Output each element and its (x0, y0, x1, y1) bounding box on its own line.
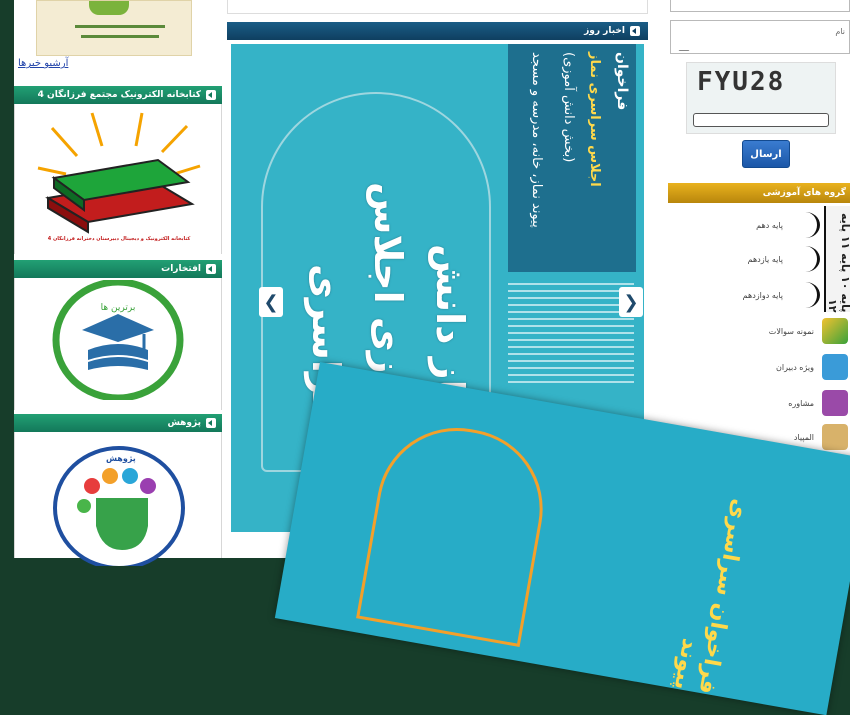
achievements-title: افتخارات (161, 264, 201, 274)
groups-title: گروه های آموزشی (762, 188, 846, 198)
arrow-icon (206, 90, 216, 100)
send-button[interactable]: ارسال (742, 140, 790, 168)
research-logo-text: پژوهش (106, 454, 136, 463)
library-title: کتابخانه الکترونیک مجتمع فرزانگان 4 (37, 90, 201, 100)
group-item[interactable]: ویژه دبیران (668, 352, 850, 382)
grade-12-icon (791, 282, 820, 308)
top-stub (227, 0, 648, 14)
poster-line-1: فراخوان (614, 52, 630, 111)
teachers-icon (822, 354, 848, 380)
captcha-image-text: FYU28 (697, 67, 786, 97)
poster-line-3: (بخش دانش آموزی) (561, 52, 576, 163)
slider-next-button[interactable]: ❯ (619, 287, 643, 317)
graduation-cap-icon: برترین ها (52, 278, 184, 402)
poster-text-panel: فراخوان اجلاس سراسری نماز (بخش دانش آموز… (508, 44, 636, 272)
hand-flower-icon (53, 446, 185, 570)
name-textarea[interactable]: نام (670, 20, 850, 54)
research-header: پژوهش (14, 414, 222, 432)
group-label: المپیاد (793, 432, 814, 442)
resize-handle-icon[interactable] (670, 42, 690, 51)
news-header: اخبار روز (227, 22, 648, 40)
library-image[interactable]: کتابخانه الکترونیک و دیجیتال دبیرستان دخ… (32, 108, 206, 248)
overlay-arch-ornament (356, 415, 556, 647)
research-title: پژوهش (167, 418, 201, 428)
olympiad-icon (822, 424, 848, 450)
group-item[interactable]: پایه یازدهم (668, 244, 850, 274)
grade-11-icon (791, 246, 820, 272)
books-icon (37, 112, 201, 234)
arrow-icon (630, 26, 640, 36)
name-label: نام (835, 27, 845, 36)
captcha-box: FYU28 (686, 62, 836, 134)
svg-text:برترین ها: برترین ها (101, 303, 136, 313)
top-banner-image[interactable] (36, 0, 192, 56)
group-label: پایه یازدهم (747, 254, 783, 264)
arrow-icon (206, 418, 216, 428)
group-label: نمونه سوالات (768, 326, 814, 336)
poster-line-2: اجلاس سراسری نماز (587, 52, 602, 187)
groups-header: گروه های آموزشی (668, 183, 850, 203)
group-item[interactable]: پایه دوازدهم (668, 280, 850, 310)
slider-prev-button[interactable]: ❮ (259, 287, 283, 317)
captcha-input[interactable] (693, 113, 829, 127)
overlay-poster-text: فراخوان سراسری پیوند (668, 497, 753, 697)
archive-news-link[interactable]: آرشیو خبرها (18, 58, 68, 69)
group-item[interactable]: پایه دهم (668, 210, 850, 240)
group-label: ویژه دبیران (776, 362, 814, 372)
library-caption: کتابخانه الکترونیک و دیجیتال دبیرستان دخ… (47, 236, 191, 242)
library-header: کتابخانه الکترونیک مجتمع فرزانگان 4 (14, 86, 222, 104)
counseling-icon (822, 390, 848, 416)
group-item[interactable]: مشاوره (668, 388, 850, 418)
group-label: پایه دوازدهم (742, 290, 783, 300)
grade-10-icon (791, 212, 820, 238)
achievements-logo[interactable]: برترین ها (52, 278, 184, 402)
achievements-header: افتخارات (14, 260, 222, 278)
group-item[interactable]: نمونه سوالات (668, 316, 850, 346)
group-label: پایه دهم (756, 220, 783, 230)
poster-line-4: پیوند نماز، خانه، مدرسه و مسجد (529, 52, 544, 228)
group-label: مشاوره (788, 398, 814, 408)
left-column: آرشیو خبرها کتابخانه الکترونیک مجتمع فرز… (14, 0, 224, 570)
arrow-icon (206, 264, 216, 274)
exam-questions-icon (822, 318, 848, 344)
news-title: اخبار روز (584, 26, 625, 36)
research-logo[interactable]: پژوهش (52, 446, 186, 570)
top-input-stub[interactable] (670, 0, 850, 12)
